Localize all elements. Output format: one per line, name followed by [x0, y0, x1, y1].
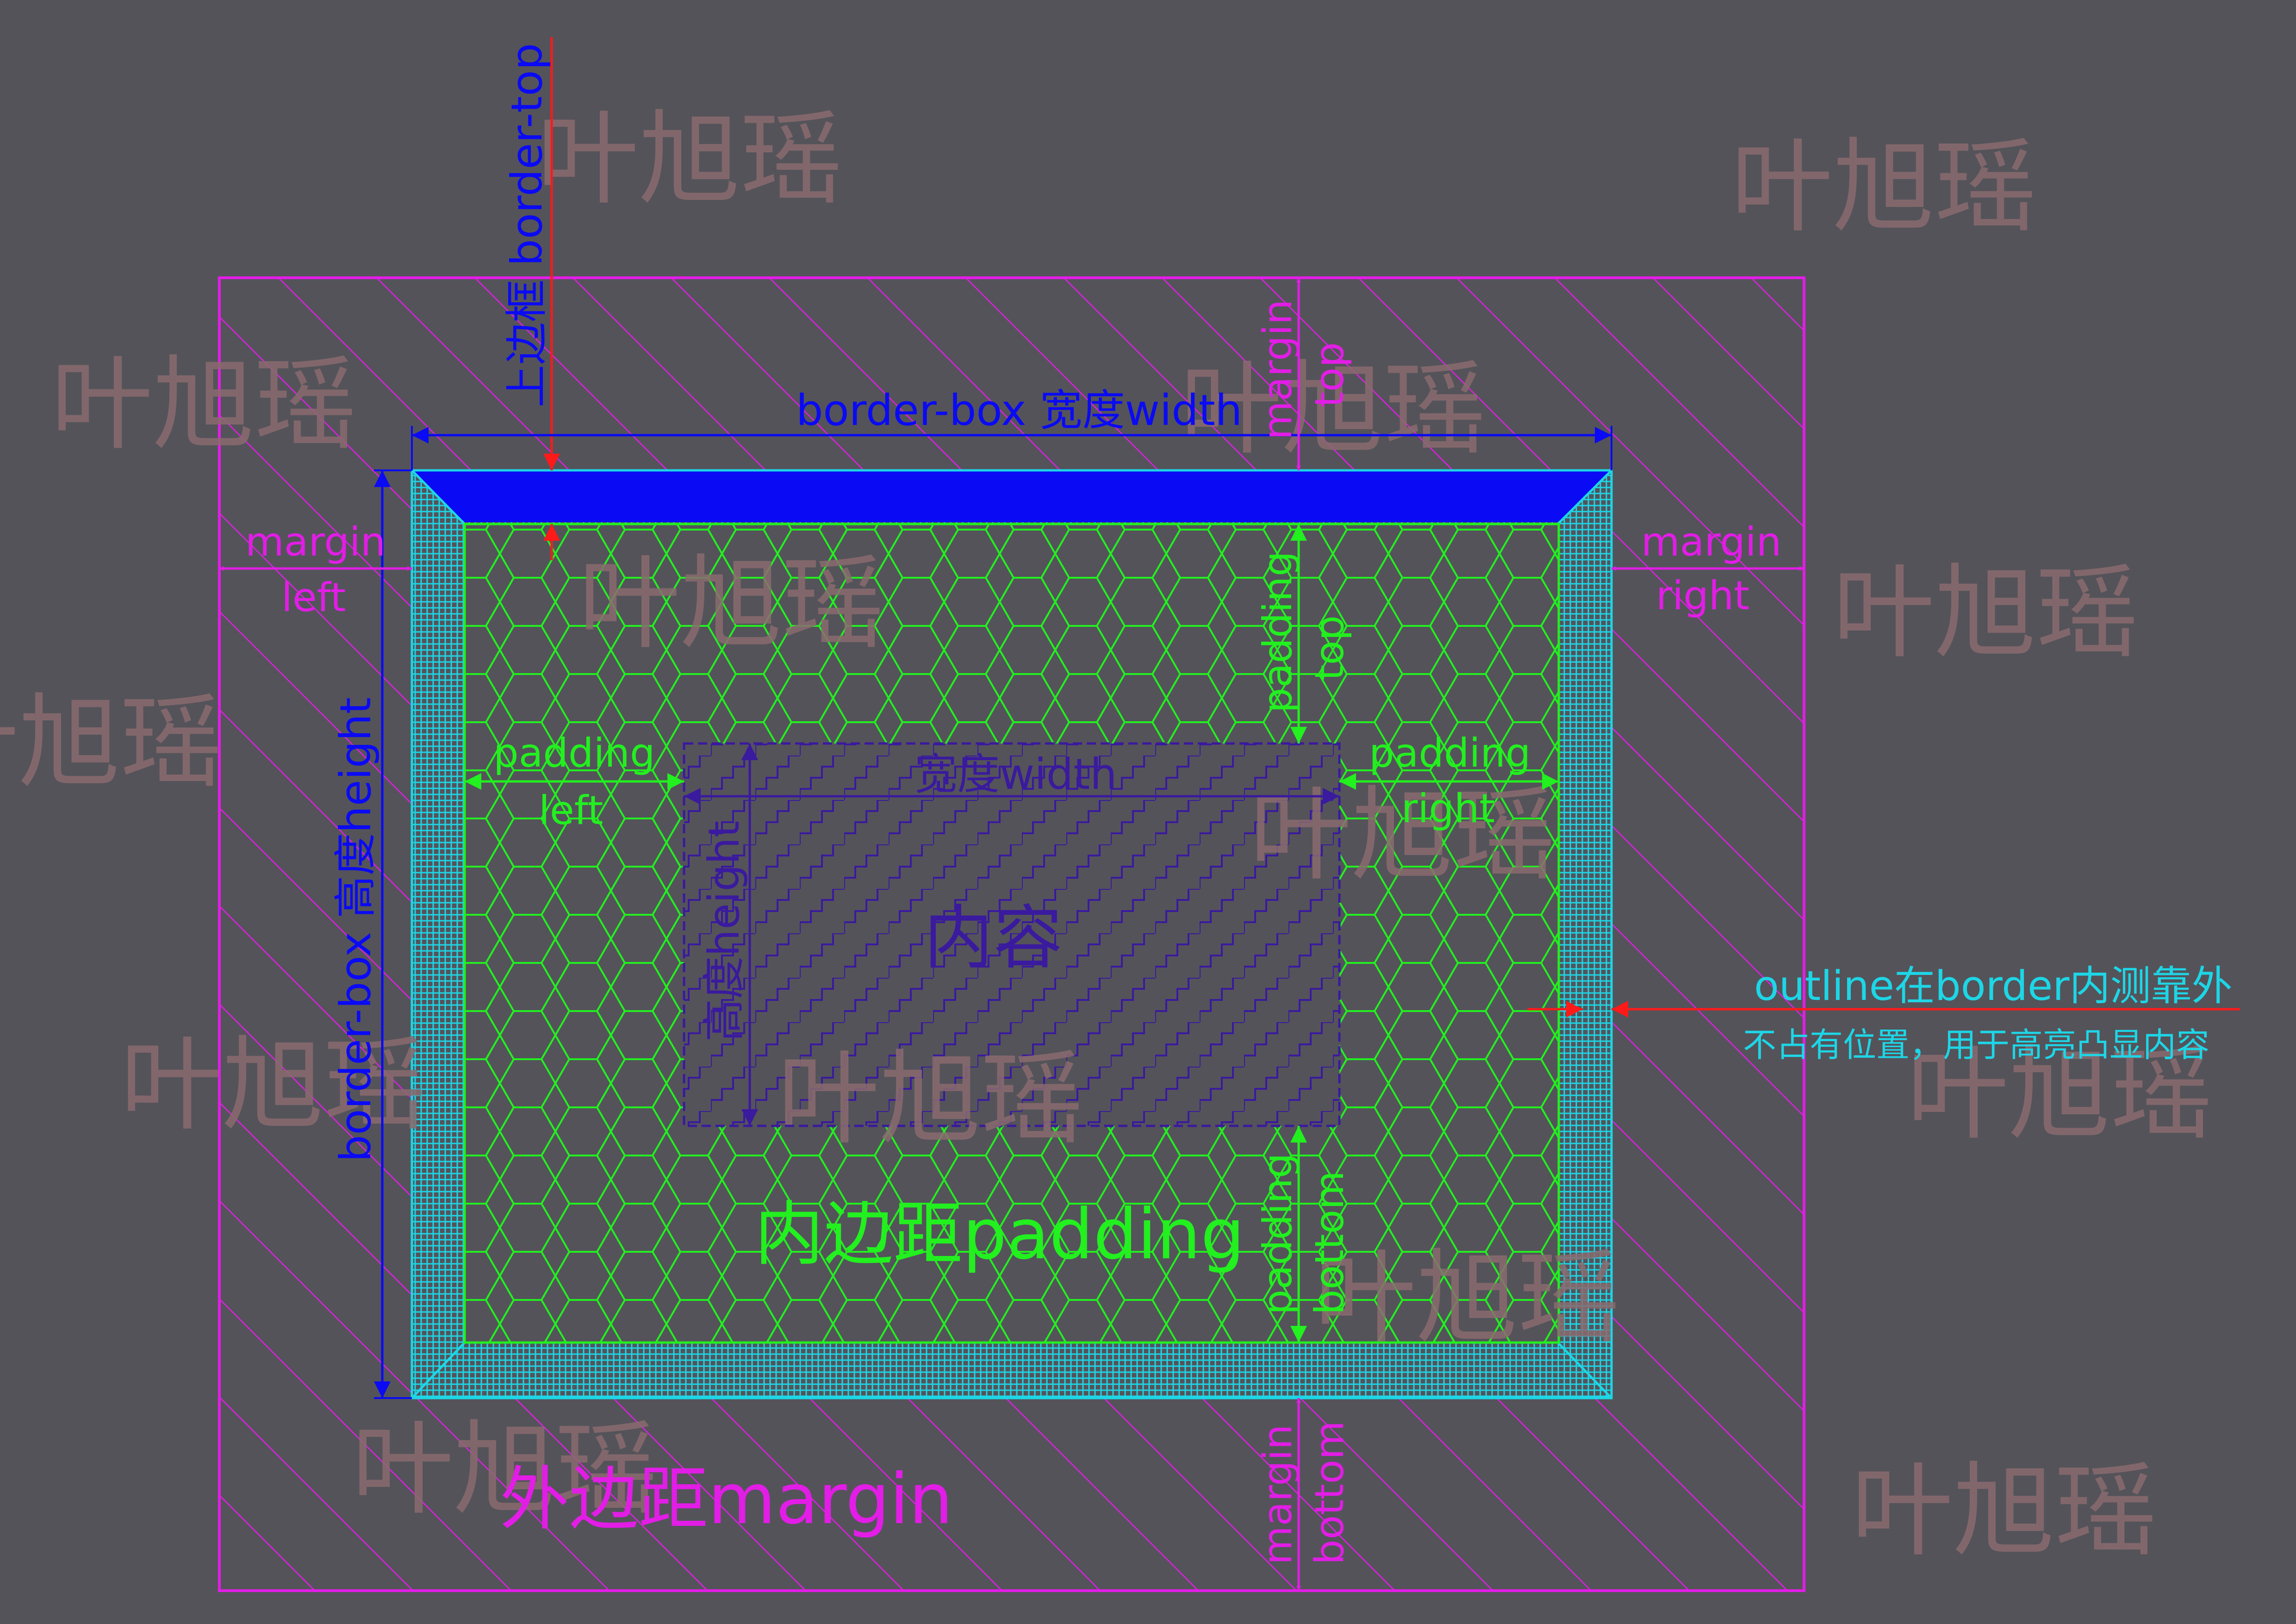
watermark: 叶旭瑶: [0, 683, 222, 802]
border-top-fill: [412, 470, 1612, 522]
padding-top-label-line2: top: [1307, 615, 1353, 681]
margin-top-label-line1: margin: [1255, 300, 1301, 440]
border-top-label: 上边框 border-top: [502, 43, 552, 407]
border-box-width-label: border-box 宽度width: [796, 386, 1242, 435]
content-width-label: 宽度width: [915, 750, 1117, 799]
margin-right-label-line2: right: [1656, 573, 1749, 619]
margin-left-label-line2: left: [281, 575, 346, 621]
padding-right-label-line1: padding: [1369, 730, 1531, 776]
padding-bottom-label-line2: bottom: [1307, 1171, 1353, 1315]
padding-title: 内边距padding: [754, 1194, 1245, 1275]
margin-bottom-label-line1: margin: [1255, 1424, 1301, 1565]
margin-left-label-line1: margin: [245, 519, 386, 565]
box-model-diagram: 叶旭瑶 叶旭瑶 叶旭瑶 叶旭瑶 叶旭瑶 叶旭瑶 叶旭瑶 叶旭瑶 叶旭瑶 叶旭瑶 …: [0, 0, 2296, 1624]
outline-label-line2: 不占有位置，用于高亮凸显内容: [1743, 1025, 2209, 1064]
border-box-height-label: border-box 高度height: [331, 697, 380, 1162]
padding-right-label-line2: right: [1401, 786, 1495, 832]
watermark: 叶旭瑶: [579, 544, 884, 663]
watermark: 叶旭瑶: [537, 100, 842, 219]
margin-right-label-line1: margin: [1641, 519, 1781, 565]
margin-bottom-label-line2: bottom: [1307, 1421, 1353, 1565]
margin-title: 外边距margin: [500, 1459, 953, 1540]
margin-top-label-line2: top: [1307, 342, 1353, 407]
padding-left-label-line1: padding: [493, 730, 655, 776]
padding-top-label-line1: padding: [1255, 551, 1301, 713]
watermark: 叶旭瑶: [778, 1040, 1083, 1158]
content-title: 内容: [924, 898, 1063, 979]
watermark: 叶旭瑶: [51, 345, 356, 464]
content-height-label: 高度height: [699, 821, 749, 1042]
watermark: 叶旭瑶: [1314, 1239, 1620, 1357]
outline-label-line1: outline在border内测靠外: [1754, 962, 2232, 1010]
watermark: 叶旭瑶: [1833, 554, 2138, 672]
padding-bottom-label-line1: padding: [1255, 1153, 1301, 1315]
watermark: 叶旭瑶: [1731, 128, 2036, 246]
padding-left-label-line2: left: [539, 787, 603, 834]
watermark: 叶旭瑶: [1851, 1452, 2157, 1570]
